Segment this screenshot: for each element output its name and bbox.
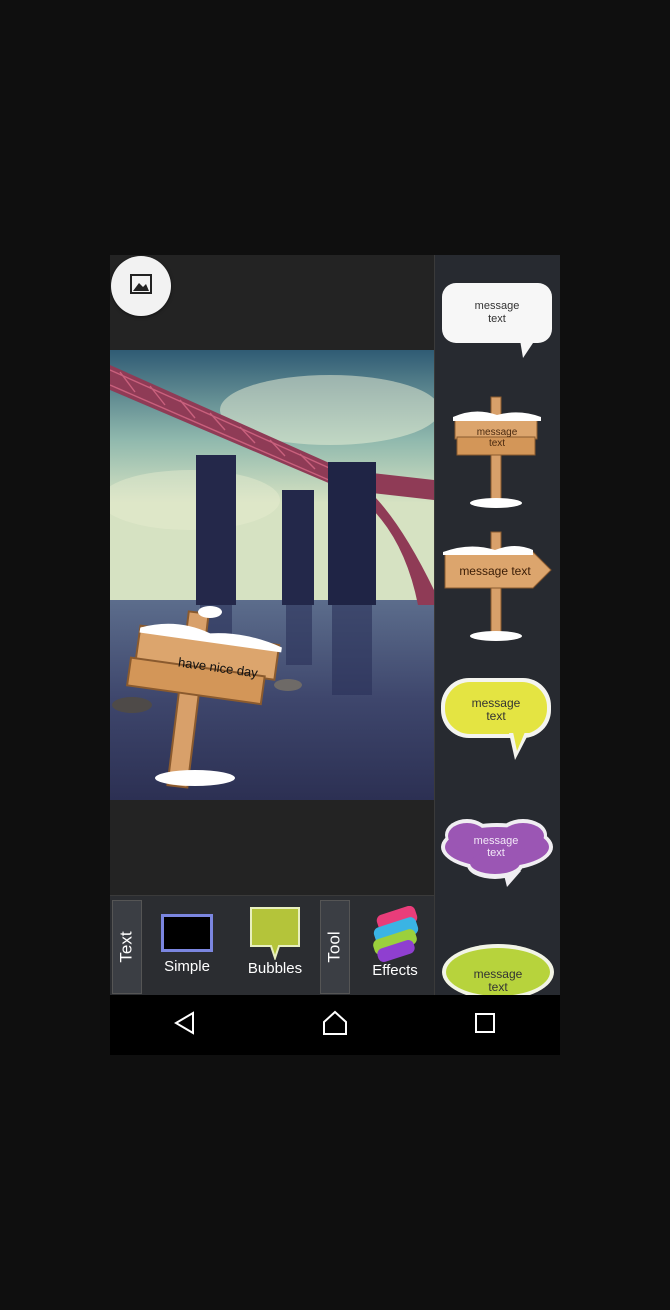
snowy-arrow-signpost-icon [443, 531, 552, 641]
sticker-yellow-speech-bubble[interactable]: message text [435, 675, 560, 765]
effects-button[interactable]: Effects [360, 905, 430, 979]
image-gallery-icon [129, 273, 153, 300]
back-icon [173, 1010, 197, 1040]
system-navbar [110, 995, 560, 1055]
sticker-text: text [488, 980, 508, 994]
back-button[interactable] [155, 995, 215, 1055]
home-button[interactable] [305, 995, 365, 1055]
sticker-text: message [474, 300, 520, 312]
simple-label: Simple [164, 958, 210, 975]
simple-button[interactable]: Simple [152, 906, 222, 975]
tab-text[interactable]: Text [112, 900, 142, 994]
sticker-purple-cloud-bubble[interactable]: message text [435, 815, 560, 895]
snowy-wooden-signpost-icon [453, 396, 541, 508]
app-window: have nice day message text message text … [110, 255, 560, 1055]
simple-swatch-icon [161, 914, 213, 952]
recents-button[interactable] [455, 995, 515, 1055]
tab-text-label: Text [117, 931, 136, 963]
sticker-text: text [488, 438, 506, 449]
tab-tool-label: Tool [325, 931, 344, 963]
bubbles-button[interactable]: Bubbles [240, 906, 310, 977]
bubbles-swatch-icon [249, 906, 301, 962]
home-icon [322, 1010, 348, 1041]
bottom-toolbar: Text Simple Bubbles Tool Effects [110, 895, 434, 996]
sticker-text: message [476, 427, 518, 438]
bubbles-label: Bubbles [247, 960, 303, 977]
effects-icon [367, 905, 423, 962]
recents-icon [475, 1012, 495, 1038]
sticker-green-cloud-bubble[interactable]: message text [435, 940, 560, 995]
sticker-panel: message text message text message text m… [434, 255, 560, 995]
editor-canvas-area: have nice day [110, 255, 434, 895]
sticker-text: text [487, 847, 505, 859]
sticker-white-speech-bubble[interactable]: message text [435, 280, 560, 360]
tab-tool[interactable]: Tool [320, 900, 350, 994]
sticker-text: text [486, 709, 506, 723]
sticker-wooden-signpost[interactable]: message text [435, 395, 560, 510]
sticker-text: message [473, 835, 519, 847]
edited-photo[interactable]: have nice day [110, 350, 434, 800]
effects-label: Effects [372, 962, 418, 979]
sticker-text: text [488, 313, 506, 325]
sticker-text: message text [459, 564, 531, 578]
gallery-button[interactable] [111, 256, 171, 316]
sticker-arrow-signpost[interactable]: message text [435, 530, 560, 645]
